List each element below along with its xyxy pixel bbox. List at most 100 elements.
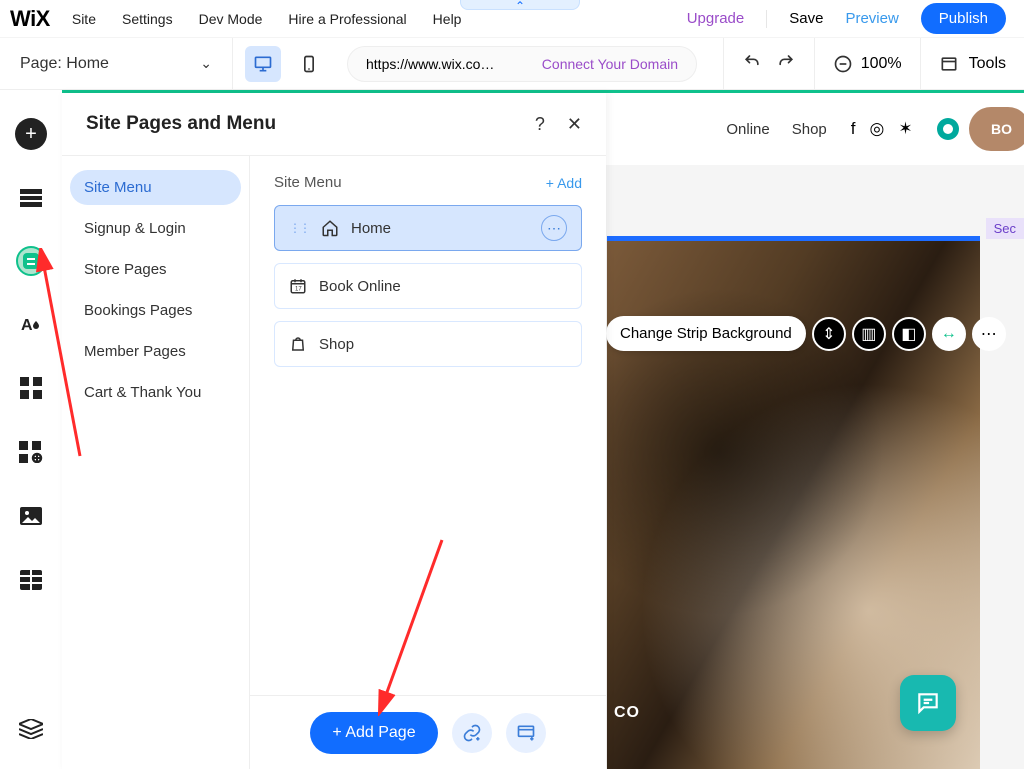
menu-settings[interactable]: Settings [122, 11, 173, 27]
connect-domain-link[interactable]: Connect Your Domain [542, 56, 678, 72]
zoom-value: 100% [861, 55, 902, 73]
svg-text:A: A [21, 317, 33, 334]
media-button[interactable] [15, 500, 47, 532]
business-icon [19, 441, 43, 463]
add-element-button[interactable]: + [15, 118, 47, 150]
sidebar-signup-login[interactable]: Signup & Login [70, 211, 241, 246]
undo-icon [742, 51, 762, 71]
apps-icon [20, 377, 42, 399]
redo-button[interactable] [776, 51, 796, 76]
publish-button[interactable]: Publish [921, 3, 1006, 34]
facebook-icon[interactable]: f [851, 119, 856, 139]
desktop-view-button[interactable] [245, 46, 281, 82]
sections-button[interactable] [15, 182, 47, 214]
menu-help[interactable]: Help [433, 11, 462, 27]
chevron-down-icon: ⌄ [200, 55, 212, 72]
upgrade-link[interactable]: Upgrade [687, 10, 745, 27]
chat-icon [915, 690, 941, 716]
panel-footer: + Add Page [250, 695, 606, 769]
menu-hire[interactable]: Hire a Professional [288, 11, 406, 27]
grid-icon [20, 570, 42, 590]
undo-button[interactable] [742, 51, 762, 76]
stretch-button[interactable]: ↔ [932, 317, 966, 351]
page-item-shop[interactable]: Shop [274, 321, 582, 367]
redo-icon [776, 51, 796, 71]
editor-toolbar: Page: Home ⌄ https://www.wix.co… Connect… [0, 38, 1024, 90]
preview-button[interactable]: Preview [845, 10, 898, 27]
layers-button[interactable] [15, 713, 47, 745]
content-manager-button[interactable] [15, 564, 47, 596]
layers-icon [19, 719, 43, 739]
strip-controls: Change Strip Background ⇕ ▥ ◧ ↔ ⋯ [606, 316, 1006, 351]
my-business-button[interactable] [15, 436, 47, 468]
add-section-button[interactable] [506, 713, 546, 753]
add-link-button[interactable] [452, 713, 492, 753]
sidebar-member-pages[interactable]: Member Pages [70, 334, 241, 369]
zoom-out-icon [833, 54, 853, 74]
close-panel-button[interactable]: ✕ [567, 114, 582, 135]
calendar-icon: 17 [289, 277, 307, 295]
page-name: Home [66, 55, 109, 72]
site-url: https://www.wix.co… [366, 56, 494, 72]
more-strip-button[interactable]: ⋯ [972, 317, 1006, 351]
mobile-icon [299, 54, 319, 74]
theme-icon: A [19, 312, 43, 336]
home-icon [321, 219, 339, 237]
mobile-view-button[interactable] [291, 46, 327, 82]
tools-button[interactable]: Tools [920, 38, 1024, 90]
sidebar-site-menu[interactable]: Site Menu [70, 170, 241, 205]
media-icon [20, 507, 42, 525]
svg-text:17: 17 [295, 287, 302, 293]
section-tag[interactable]: Sec [986, 218, 1024, 239]
nav-online[interactable]: Online [726, 121, 769, 138]
nav-shop[interactable]: Shop [792, 121, 827, 138]
help-button[interactable]: ? [535, 114, 545, 135]
add-page-button[interactable]: + Add Page [310, 712, 437, 754]
save-button[interactable]: Save [789, 10, 823, 27]
theme-button[interactable]: A [15, 308, 47, 340]
tools-icon [939, 54, 959, 74]
page-item-book-online[interactable]: 17 Book Online [274, 263, 582, 309]
divider [766, 10, 767, 28]
menu-devmode[interactable]: Dev Mode [199, 11, 263, 27]
login-avatar-icon[interactable] [937, 118, 959, 140]
url-box[interactable]: https://www.wix.co… Connect Your Domain [347, 46, 697, 82]
panel-sidebar: Site Menu Signup & Login Store Pages Boo… [62, 156, 250, 769]
instagram-icon[interactable]: ◎ [870, 119, 885, 139]
apps-button[interactable] [15, 372, 47, 404]
section-icon [516, 723, 536, 743]
wix-logo[interactable]: WiX [10, 6, 50, 32]
drag-handle-icon[interactable]: ⋮⋮ [289, 221, 309, 235]
page-more-button[interactable]: ⋯ [541, 215, 567, 241]
bag-icon [289, 335, 307, 353]
zoom-control[interactable]: 100% [814, 38, 920, 90]
sidebar-bookings-pages[interactable]: Bookings Pages [70, 293, 241, 328]
add-menu-link[interactable]: + Add [546, 175, 582, 191]
pages-button[interactable] [16, 246, 46, 276]
sidebar-store-pages[interactable]: Store Pages [70, 252, 241, 287]
menu-site[interactable]: Site [72, 11, 96, 27]
page-label: Shop [319, 336, 354, 353]
scroll-settings-button[interactable]: ⇕ [812, 317, 846, 351]
page-prefix: Page: [20, 55, 62, 72]
top-notch-toggle[interactable] [460, 0, 580, 10]
left-rail: + A [0, 92, 62, 769]
page-label: Home [351, 220, 391, 237]
site-pages-panel: Site Pages and Menu ? ✕ Site Menu Signup… [62, 93, 606, 769]
yelp-icon[interactable]: ✶ [898, 119, 912, 139]
main-header: Site Menu [274, 174, 342, 191]
page-selector[interactable]: Page: Home ⌄ [0, 55, 232, 73]
hero-text-fragment: CO [614, 704, 640, 722]
design-button[interactable]: ◧ [892, 317, 926, 351]
page-item-home[interactable]: ⋮⋮ Home ⋯ [274, 205, 582, 251]
desktop-icon [253, 54, 273, 74]
page-label: Book Online [319, 278, 401, 295]
sidebar-cart-thankyou[interactable]: Cart & Thank You [70, 375, 241, 410]
panel-title: Site Pages and Menu [86, 113, 276, 135]
book-now-button[interactable]: BO [969, 107, 1024, 151]
layout-button[interactable]: ▥ [852, 317, 886, 351]
change-strip-bg-button[interactable]: Change Strip Background [606, 316, 806, 351]
sections-icon [20, 189, 42, 207]
tools-label: Tools [969, 55, 1006, 73]
chat-fab[interactable] [900, 675, 956, 731]
